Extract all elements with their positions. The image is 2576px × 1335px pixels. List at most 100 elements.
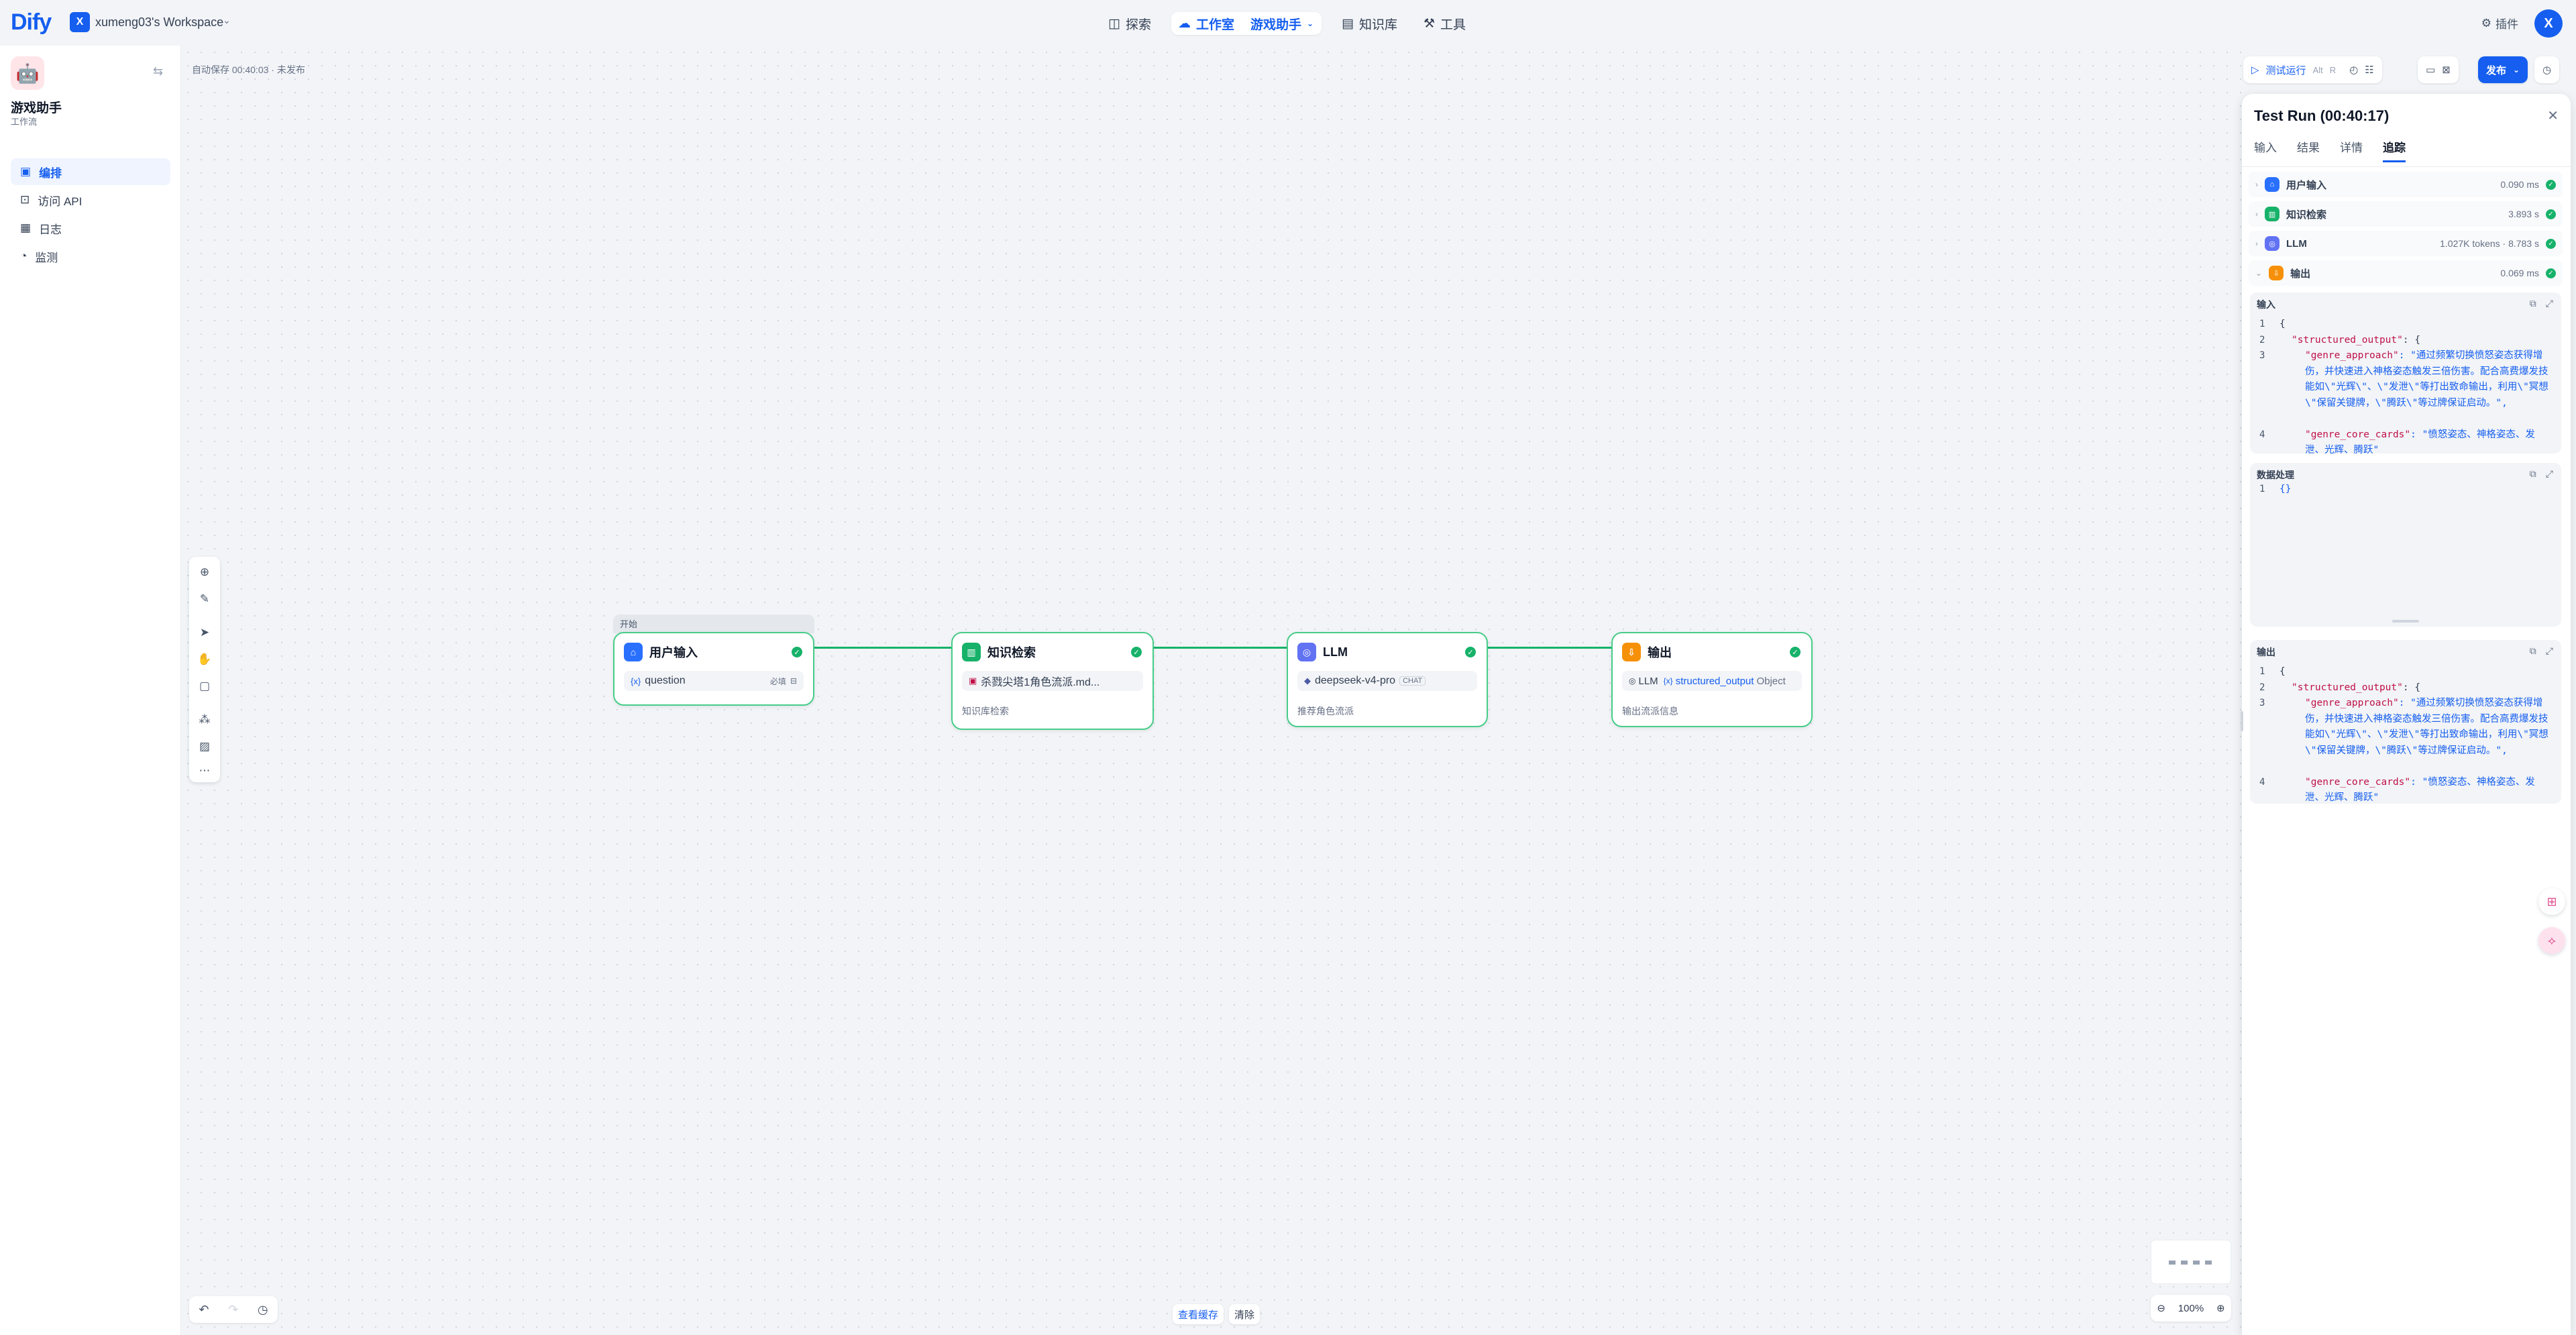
sidebar-item-api[interactable]: ⊡ 访问 API — [11, 186, 170, 213]
expand-icon[interactable]: ⤢ — [2546, 468, 2553, 480]
dataset-item[interactable]: ▣ 杀戮尖塔1角色流派.md... — [962, 671, 1143, 691]
nav-studio[interactable]: ☁ 工作室 游戏助手 ⌄ — [1171, 12, 1322, 35]
add-note-icon[interactable]: ✎ — [189, 588, 220, 610]
organize-icon[interactable]: ⁂ — [189, 708, 220, 731]
conversation-variable-icon[interactable]: ⊠ — [2442, 64, 2451, 76]
chevron-down-icon: ⌄ — [2513, 65, 2520, 74]
required-badge: 必填 — [769, 676, 786, 686]
success-check-icon: ✓ — [2546, 238, 2556, 249]
layout-icon: ▣ — [20, 165, 32, 178]
trace-row-output[interactable]: ⌄ ⇩ 输出 0.069 ms ✓ — [2249, 260, 2563, 286]
deepseek-icon: ◆ — [1304, 676, 1311, 686]
nav-knowledge[interactable]: ▤ 知识库 — [1335, 12, 1404, 35]
node-user-input[interactable]: ⌂ 用户输入 ✓ {x} question 必填 ⊟ — [613, 632, 814, 706]
panel-title: Test Run (00:40:17) — [2254, 107, 2390, 124]
tab-result[interactable]: 结果 — [2297, 138, 2320, 162]
minimap[interactable] — [2151, 1240, 2231, 1284]
publish-button[interactable]: 发布 ⌄ — [2478, 56, 2528, 83]
zoom-in-icon[interactable]: ⊕ — [2216, 1302, 2225, 1314]
tab-input[interactable]: 输入 — [2254, 138, 2277, 162]
clear-button[interactable]: 清除 — [1229, 1304, 1260, 1324]
export-image-icon[interactable]: ▨ — [189, 735, 220, 758]
node-description: 知识库检索 — [962, 706, 1009, 716]
add-node-icon[interactable]: ⊕ — [189, 561, 220, 584]
trace-row-user-input[interactable]: › ⌂ 用户输入 0.090 ms ✓ — [2249, 172, 2563, 197]
book-open-icon: ▥ — [2265, 207, 2279, 221]
chevron-right-icon: › — [2255, 180, 2258, 189]
pointer-icon[interactable]: ➤ — [189, 621, 220, 644]
node-knowledge-retrieval[interactable]: ▥ 知识检索 ✓ ▣ 杀戮尖塔1角色流派.md... 知识库检索 — [951, 632, 1154, 730]
sidebar-item-monitor[interactable]: ◔ 监测 — [11, 243, 170, 270]
more-icon[interactable]: ⋯ — [189, 759, 220, 782]
undo-icon[interactable]: ↶ — [199, 1303, 209, 1317]
zoom-out-icon[interactable]: ⊖ — [2157, 1302, 2165, 1314]
plugins-button[interactable]: ⚙ 插件 — [2481, 15, 2518, 32]
user-avatar[interactable]: X — [2534, 9, 2563, 38]
resize-handle[interactable] — [2392, 620, 2419, 623]
history-icon[interactable]: ◷ — [258, 1303, 268, 1317]
test-run-panel: Test Run (00:40:17) ✕ 输入 结果 详情 追踪 › ⌂ 用户… — [2242, 94, 2571, 1335]
studio-icon: ☁ — [1178, 16, 1191, 31]
variable-icon: {x} — [1663, 676, 1673, 686]
sidebar-item-logs[interactable]: ▦ 日志 — [11, 215, 170, 242]
env-variable-icon[interactable]: ▭ — [2426, 64, 2435, 76]
redo-icon[interactable]: ↷ — [228, 1303, 238, 1317]
chevron-down-icon[interactable]: ⌄ — [1307, 19, 1313, 28]
checklist-icon[interactable]: ◴ — [2349, 64, 2358, 76]
panel-tabs: 输入 结果 详情 追踪 — [2254, 138, 2406, 162]
panel-resize-handle[interactable] — [2241, 711, 2243, 731]
copy-icon[interactable]: ⧉ — [2530, 468, 2536, 480]
trace-input-block: 输入 ⧉ ⤢ 1 2 3 4 { "structured_output": { … — [2250, 292, 2561, 453]
node-output[interactable]: ⇩ 输出 ✓ ◎ LLM {x} structured_output Objec… — [1611, 632, 1813, 727]
variable-icon: {x} — [631, 676, 641, 686]
tool-icon: ⚒ — [1424, 16, 1436, 31]
chevron-down-icon[interactable]: ⌄ — [223, 15, 231, 26]
current-app-switch[interactable]: 游戏助手 — [1250, 15, 1301, 33]
expand-icon[interactable]: ⤢ — [2546, 298, 2553, 309]
copy-icon[interactable]: ⧉ — [2530, 298, 2536, 309]
expand-icon[interactable]: ⤢ — [2546, 645, 2553, 657]
sidebar-item-orchestrate[interactable]: ▣ 编排 — [11, 158, 170, 185]
hand-icon[interactable]: ✋ — [189, 648, 220, 671]
dataset-icon: ▣ — [969, 676, 977, 686]
nav-tools[interactable]: ⚒ 工具 — [1417, 12, 1472, 35]
trace-row-knowledge[interactable]: › ▥ 知识检索 3.893 s ✓ — [2249, 201, 2563, 227]
input-variable[interactable]: {x} question 必填 ⊟ — [624, 671, 804, 691]
dify-logo[interactable]: Dify — [11, 9, 52, 36]
view-cache-button[interactable]: 查看缓存 — [1173, 1304, 1224, 1324]
output-variable[interactable]: ◎ LLM {x} structured_output Object — [1622, 671, 1802, 691]
nav-explore[interactable]: ◫ 探索 — [1102, 12, 1158, 35]
mode-badge: CHAT — [1399, 676, 1426, 686]
zoom-controls: ⊖ 100% ⊕ — [2151, 1295, 2231, 1322]
copy-icon[interactable]: ⧉ — [2530, 645, 2536, 657]
home-icon: ⌂ — [2265, 177, 2279, 192]
close-icon[interactable]: ✕ — [2547, 107, 2559, 124]
version-history-button[interactable]: ◷ — [2534, 56, 2560, 83]
node-header: ◎ LLM — [1297, 643, 1348, 661]
node-llm[interactable]: ◎ LLM ✓ ◆ deepseek-v4-pro CHAT 推荐角色流派 — [1287, 632, 1488, 727]
env-tools: ▭ ⊠ — [2418, 56, 2459, 83]
tab-detail[interactable]: 详情 — [2340, 138, 2363, 162]
grid-app-icon[interactable]: ⊞ — [2538, 888, 2565, 915]
trace-row-llm[interactable]: › ◎ LLM 1.027K tokens · 8.783 s ✓ — [2249, 231, 2563, 256]
success-check-icon: ✓ — [2546, 209, 2556, 219]
node-header: ▥ 知识检索 — [962, 643, 1036, 661]
zoom-level[interactable]: 100% — [2178, 1303, 2204, 1314]
tabs-divider — [2242, 166, 2571, 167]
collapse-sidebar-icon[interactable]: ⇆ — [153, 64, 163, 78]
autosave-status: 自动保存 00:40:03 · 未发布 — [192, 64, 305, 75]
tab-trace[interactable]: 追踪 — [2383, 138, 2406, 162]
assistant-icon[interactable]: ⟡ — [2538, 927, 2565, 954]
output-icon: ⇩ — [1622, 643, 1641, 661]
model-selector[interactable]: ◆ deepseek-v4-pro CHAT — [1297, 671, 1477, 691]
list-icon[interactable]: ☷ — [2365, 64, 2373, 76]
app-title: 游戏助手 — [11, 101, 62, 115]
workspace-name[interactable]: xumeng03's Workspace — [95, 15, 223, 30]
workflow-canvas[interactable]: 自动保存 00:40:03 · 未发布 ⊕ ✎ ➤ ✋ ▢ ⁂ ▨ ⋯ 开始 ⌂… — [181, 46, 2242, 1335]
node-description: 推荐角色流派 — [1297, 706, 1354, 716]
test-run-button[interactable]: ▷ 测试运行 Alt R ◴ ☷ — [2243, 56, 2382, 83]
comment-icon[interactable]: ▢ — [189, 675, 220, 698]
llm-icon: ◎ — [2265, 236, 2279, 251]
edge-llm-output — [1487, 647, 1613, 649]
workspace-avatar[interactable]: X — [70, 12, 90, 32]
